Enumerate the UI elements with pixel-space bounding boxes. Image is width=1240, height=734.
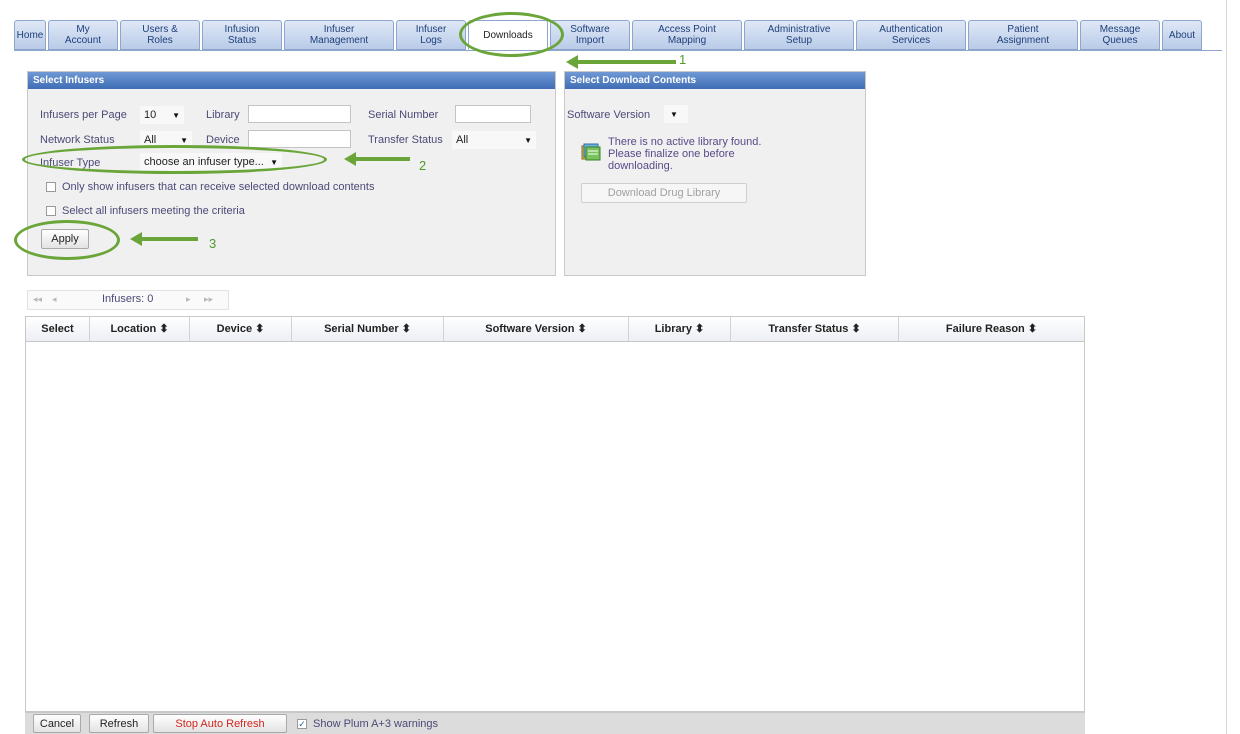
select-infusers-title: Select Infusers	[28, 72, 555, 89]
serial-number-label: Serial Number	[368, 109, 439, 121]
pager: ◂◂ ◂ Infusers: 0 ▸ ▸▸	[27, 290, 229, 310]
column-header-software-version[interactable]: Software Version ⬍	[444, 317, 629, 341]
infusers-per-page-value: 10	[144, 109, 157, 121]
chevron-down-icon: ▼	[524, 135, 532, 145]
annotation-number-2: 2	[419, 158, 427, 173]
device-label: Device	[206, 134, 240, 146]
tab-about[interactable]: About	[1162, 20, 1202, 50]
column-header-select[interactable]: Select	[26, 317, 90, 341]
first-page-button[interactable]: ◂◂	[33, 294, 42, 305]
infusers-count: Infusers: 0	[102, 293, 154, 305]
library-label: Library	[206, 109, 240, 121]
column-header-serial-number[interactable]: Serial Number ⬍	[292, 317, 444, 341]
library-folder-icon	[581, 143, 601, 161]
tab-authentication-services[interactable]: Authentication Services	[856, 20, 966, 50]
annotation-ellipse-apply	[14, 220, 120, 260]
annotation-ellipse-infuser-type	[22, 145, 327, 174]
tab-bar-underline	[14, 50, 1222, 51]
software-version-select[interactable]: ▼	[664, 105, 688, 123]
library-input[interactable]	[248, 105, 351, 123]
table-body	[26, 342, 1084, 711]
tab-message-queues[interactable]: Message Queues	[1080, 20, 1160, 50]
tab-infusion-status[interactable]: Infusion Status	[202, 20, 282, 50]
network-status-label: Network Status	[40, 134, 115, 146]
no-library-message-line3: downloading.	[608, 160, 673, 172]
only-show-label: Only show infusers that can receive sele…	[62, 181, 375, 193]
only-show-checkbox[interactable]	[46, 182, 56, 192]
column-header-transfer-status[interactable]: Transfer Status ⬍	[731, 317, 899, 341]
download-contents-panel: Select Download Contents	[564, 71, 866, 276]
window-right-edge	[1226, 0, 1227, 734]
software-version-label: Software Version	[567, 109, 651, 121]
infusers-per-page-label: Infusers per Page	[40, 109, 127, 121]
column-header-device[interactable]: Device ⬍	[190, 317, 292, 341]
chevron-down-icon: ▼	[172, 110, 180, 120]
stop-auto-refresh-button[interactable]: Stop Auto Refresh	[153, 714, 287, 733]
annotation-ellipse-downloads	[459, 12, 564, 57]
main-tab-bar: Home My Account Users & Roles Infusion Stat…	[14, 20, 1222, 50]
download-drug-library-button[interactable]: Download Drug Library	[581, 183, 747, 203]
tab-administrative-setup[interactable]: Administrative Setup	[744, 20, 854, 50]
tab-home[interactable]: Home	[14, 20, 46, 50]
tab-infuser-management[interactable]: Infuser Management	[284, 20, 394, 50]
tab-access-point-mapping[interactable]: Access Point Mapping	[632, 20, 742, 50]
annotation-arrow-3-icon	[130, 232, 198, 246]
download-contents-title: Select Download Contents	[565, 72, 865, 89]
column-header-library[interactable]: Library ⬍	[629, 317, 731, 341]
annotation-number-1: 1	[679, 52, 687, 67]
column-header-failure-reason[interactable]: Failure Reason ⬍	[899, 317, 1084, 341]
transfer-status-value: All	[456, 134, 469, 146]
cancel-button[interactable]: Cancel	[33, 714, 81, 733]
show-warnings-checkbox[interactable]: ✓	[297, 719, 307, 729]
infusers-table: Select Location ⬍ Device ⬍ Serial Number ⬍ S…	[25, 316, 1085, 712]
show-warnings-label: Show Plum A+3 warnings	[313, 718, 439, 730]
infusers-per-page-select[interactable]: 10 ▼	[140, 106, 184, 124]
refresh-button[interactable]: Refresh	[89, 714, 149, 733]
device-input[interactable]	[248, 130, 351, 148]
select-all-label: Select all infusers meeting the criteria	[62, 205, 245, 217]
last-page-button[interactable]: ▸▸	[204, 294, 213, 305]
column-header-location[interactable]: Location ⬍	[90, 317, 190, 341]
checkmark-icon: ✓	[298, 719, 306, 729]
tab-my-account[interactable]: My Account	[48, 20, 118, 50]
table-header: Select Location ⬍ Device ⬍ Serial Number ⬍ S…	[26, 317, 1084, 342]
chevron-down-icon: ▼	[180, 135, 188, 145]
annotation-number-3: 3	[209, 236, 217, 251]
transfer-status-select[interactable]: All ▼	[452, 131, 536, 149]
tab-patient-assignment[interactable]: Patient Assignment	[968, 20, 1078, 50]
select-all-checkbox[interactable]	[46, 206, 56, 216]
serial-number-input[interactable]	[455, 105, 531, 123]
next-page-button[interactable]: ▸	[186, 294, 191, 305]
no-library-message-line2: Please finalize one before	[608, 148, 735, 160]
no-library-message-line1: There is no active library found.	[608, 136, 762, 148]
tab-infuser-logs[interactable]: Infuser Logs	[396, 20, 466, 50]
tab-users-roles[interactable]: Users & Roles	[120, 20, 200, 50]
prev-page-button[interactable]: ◂	[52, 294, 57, 305]
annotation-arrow-1-icon	[566, 55, 676, 69]
chevron-down-icon: ▼	[670, 109, 678, 119]
annotation-arrow-2-icon	[344, 152, 410, 166]
transfer-status-label: Transfer Status	[368, 134, 443, 146]
